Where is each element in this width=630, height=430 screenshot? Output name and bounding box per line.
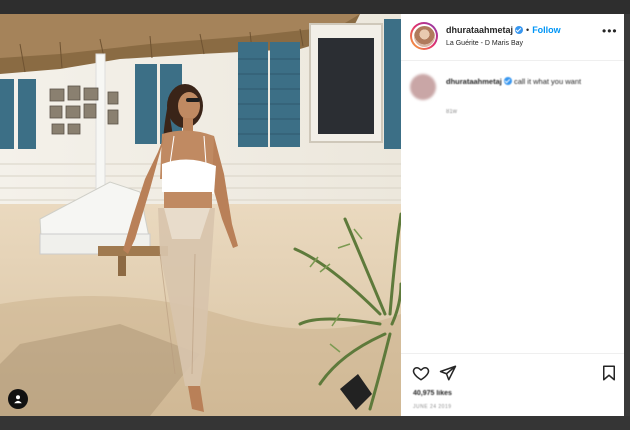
beach-photo-illustration — [0, 14, 401, 416]
overlay-right-edge — [624, 14, 630, 416]
browser-top-bar — [0, 0, 630, 14]
share-icon[interactable] — [439, 364, 457, 382]
post-modal: dhurataahmetaj • Follow La Guérite - D Mar… — [0, 14, 624, 416]
more-horizontal-icon[interactable]: ••• — [602, 25, 618, 37]
comments-section: dhurataahmetaj call it what you want 81w — [401, 61, 624, 353]
location-link[interactable]: La Guérite - D Maris Bay — [446, 40, 523, 47]
caption-text: call it what you want — [513, 77, 582, 86]
post-date: JUNE 24 2019 — [413, 404, 452, 410]
bookmark-icon[interactable] — [600, 364, 618, 382]
username-link[interactable]: dhurataahmetaj — [446, 25, 513, 35]
username-row: dhurataahmetaj • Follow — [446, 25, 561, 35]
caption: dhurataahmetaj call it what you want — [446, 77, 581, 86]
browser-bottom-bar — [0, 416, 630, 430]
heart-icon[interactable] — [412, 364, 430, 382]
follow-button[interactable]: Follow — [532, 25, 561, 35]
verified-badge-icon — [503, 77, 512, 85]
post-header: dhurataahmetaj • Follow La Guérite - D Mar… — [401, 14, 624, 61]
caption-username[interactable]: dhurataahmetaj — [446, 77, 502, 86]
avatar[interactable] — [410, 22, 438, 50]
likes-count[interactable]: 40,975 likes — [413, 390, 452, 397]
caption-time: 81w — [446, 109, 458, 115]
separator-dot: • — [526, 25, 530, 35]
user-tag-icon[interactable] — [8, 389, 28, 409]
post-photo[interactable] — [0, 14, 401, 416]
post-actions: 40,975 likes JUNE 24 2019 — [401, 353, 624, 417]
caption-avatar[interactable] — [410, 74, 436, 100]
post-side-panel: dhurataahmetaj • Follow La Guérite - D Mar… — [401, 14, 624, 416]
verified-badge-icon — [515, 26, 524, 34]
